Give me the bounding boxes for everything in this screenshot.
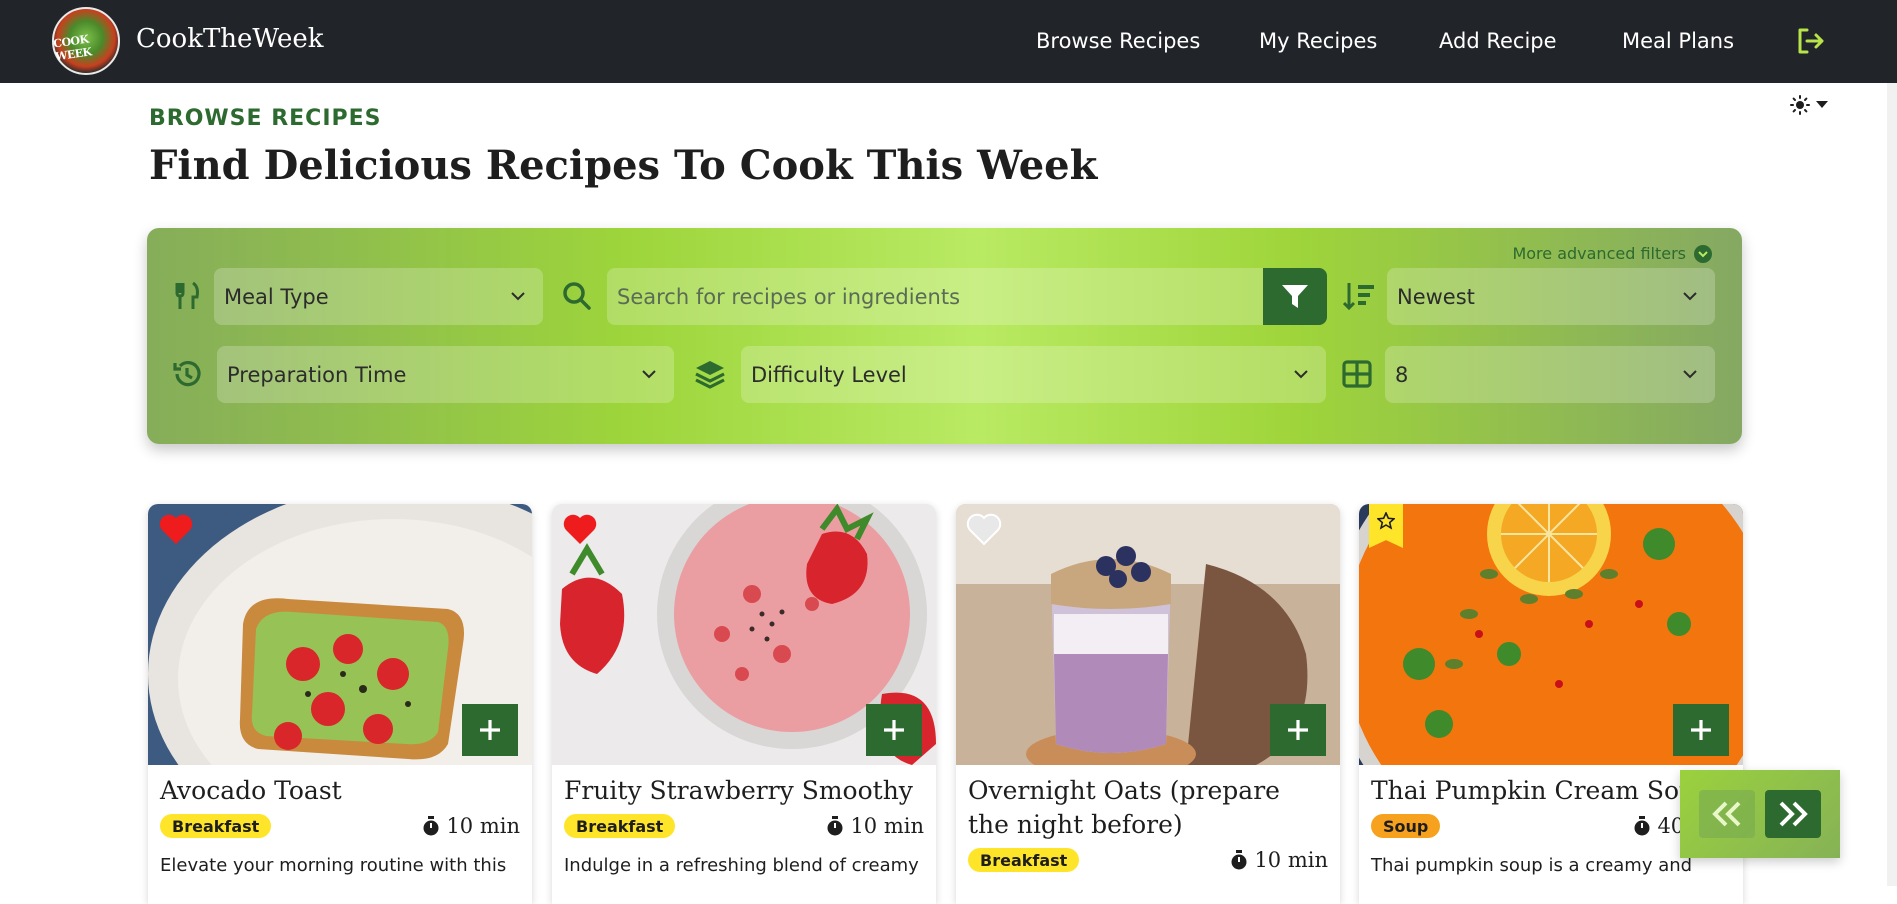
preparation-time-value: Preparation Time bbox=[227, 362, 407, 387]
chevron-down-icon bbox=[642, 370, 656, 379]
advanced-filters-label: More advanced filters bbox=[1512, 244, 1686, 263]
sort-value: Newest bbox=[1397, 284, 1475, 309]
search-icon bbox=[561, 280, 593, 312]
add-to-meal-plan-button[interactable] bbox=[866, 704, 922, 756]
recipe-title[interactable]: Avocado Toast bbox=[160, 774, 520, 808]
brand-name[interactable]: CookTheWeek bbox=[136, 24, 324, 54]
recipe-title[interactable]: Fruity Strawberry Smoothy bbox=[564, 774, 924, 808]
meal-type-badge: Breakfast bbox=[968, 848, 1080, 872]
preparation-time-select[interactable]: Preparation Time bbox=[217, 346, 674, 403]
next-page-button[interactable] bbox=[1765, 790, 1821, 838]
caret-down-icon bbox=[1816, 101, 1828, 108]
brand-logo[interactable]: COOK WEEK bbox=[52, 7, 120, 75]
chevron-down-icon bbox=[1683, 370, 1697, 379]
plus-icon bbox=[1691, 720, 1711, 740]
pagination-controls bbox=[1680, 770, 1840, 858]
favorite-heart-icon[interactable] bbox=[158, 512, 194, 546]
recipe-card[interactable]: Fruity Strawberry Smoothy Breakfast 10 m… bbox=[552, 504, 936, 904]
scrollbar[interactable] bbox=[1887, 83, 1897, 886]
recipe-description: Indulge in a refreshing blend of creamy bbox=[564, 855, 919, 876]
chevron-circle-down-icon bbox=[1694, 244, 1712, 263]
page-title: Find Delicious Recipes To Cook This Week bbox=[149, 142, 1098, 189]
nav-my-recipes[interactable]: My Recipes bbox=[1259, 29, 1377, 53]
chevron-down-icon bbox=[1294, 370, 1308, 379]
items-per-page-value: 8 bbox=[1395, 362, 1409, 387]
meal-type-badge: Soup bbox=[1371, 814, 1441, 838]
recipe-description: Elevate your morning routine with this bbox=[160, 855, 507, 876]
stopwatch-icon bbox=[827, 816, 843, 836]
difficulty-level-value: Difficulty Level bbox=[751, 362, 907, 387]
prep-time-value: 10 min bbox=[446, 814, 520, 838]
history-icon bbox=[171, 358, 203, 390]
navbar: COOK WEEK CookTheWeek Browse Recipes My … bbox=[0, 0, 1897, 83]
difficulty-level-select[interactable]: Difficulty Level bbox=[741, 346, 1326, 403]
logout-icon[interactable] bbox=[1796, 27, 1826, 55]
advanced-filters-toggle[interactable]: More advanced filters bbox=[1512, 244, 1712, 263]
utensils-icon bbox=[171, 280, 203, 312]
grid-icon bbox=[1341, 358, 1373, 390]
filter-button[interactable] bbox=[1263, 268, 1327, 325]
items-per-page-select[interactable]: 8 bbox=[1385, 346, 1715, 403]
plus-icon bbox=[884, 720, 904, 740]
recipe-title[interactable]: Thai Pumpkin Cream Soup bbox=[1371, 774, 1731, 808]
filter-funnel-icon bbox=[1282, 284, 1308, 308]
section-eyebrow: BROWSE RECIPES bbox=[149, 106, 382, 131]
nav-add-recipe[interactable]: Add Recipe bbox=[1439, 29, 1557, 53]
double-chevron-left-icon bbox=[1712, 801, 1741, 827]
meal-type-badge: Breakfast bbox=[160, 814, 272, 838]
brand-logo-text: COOK WEEK bbox=[52, 32, 93, 64]
layers-icon bbox=[694, 358, 726, 390]
meal-type-badge: Breakfast bbox=[564, 814, 676, 838]
nav-browse-recipes[interactable]: Browse Recipes bbox=[1036, 29, 1200, 53]
add-to-meal-plan-button[interactable] bbox=[1270, 704, 1326, 756]
stopwatch-icon bbox=[423, 816, 439, 836]
recipe-description: Thai pumpkin soup is a creamy and bbox=[1371, 855, 1693, 876]
stopwatch-icon bbox=[1634, 816, 1650, 836]
prep-time: 10 min bbox=[1230, 848, 1328, 872]
prep-time: 10 min bbox=[826, 814, 924, 838]
previous-page-button[interactable] bbox=[1699, 790, 1755, 838]
meal-type-value: Meal Type bbox=[224, 284, 329, 309]
filter-panel: More advanced filters Meal Type Newest P… bbox=[147, 228, 1742, 444]
favorite-heart-outline-icon[interactable] bbox=[966, 512, 1002, 546]
add-to-meal-plan-button[interactable] bbox=[1673, 704, 1729, 756]
add-to-meal-plan-button[interactable] bbox=[462, 704, 518, 756]
meal-type-select[interactable]: Meal Type bbox=[214, 268, 543, 325]
chevron-down-icon bbox=[511, 292, 525, 301]
stopwatch-icon bbox=[1231, 850, 1247, 870]
nav-meal-plans[interactable]: Meal Plans bbox=[1622, 29, 1734, 53]
chevron-down-icon bbox=[1683, 292, 1697, 301]
plus-icon bbox=[1288, 720, 1308, 740]
double-chevron-right-icon bbox=[1779, 801, 1808, 827]
sort-descending-icon bbox=[1343, 280, 1375, 312]
prep-time-value: 10 min bbox=[1254, 848, 1328, 872]
sun-icon bbox=[1790, 95, 1810, 115]
plus-icon bbox=[480, 720, 500, 740]
prep-time: 10 min bbox=[422, 814, 520, 838]
recipe-card[interactable]: Avocado Toast Breakfast 10 min Elevate y… bbox=[148, 504, 532, 904]
recipe-card[interactable]: Overnight Oats (prepare the night before… bbox=[956, 504, 1340, 904]
favorite-heart-icon[interactable] bbox=[562, 512, 598, 546]
theme-toggle[interactable] bbox=[1790, 95, 1828, 115]
sort-select[interactable]: Newest bbox=[1387, 268, 1715, 325]
search-input[interactable] bbox=[607, 268, 1265, 325]
prep-time-value: 10 min bbox=[850, 814, 924, 838]
recipe-title[interactable]: Overnight Oats (prepare the night before… bbox=[968, 774, 1328, 842]
